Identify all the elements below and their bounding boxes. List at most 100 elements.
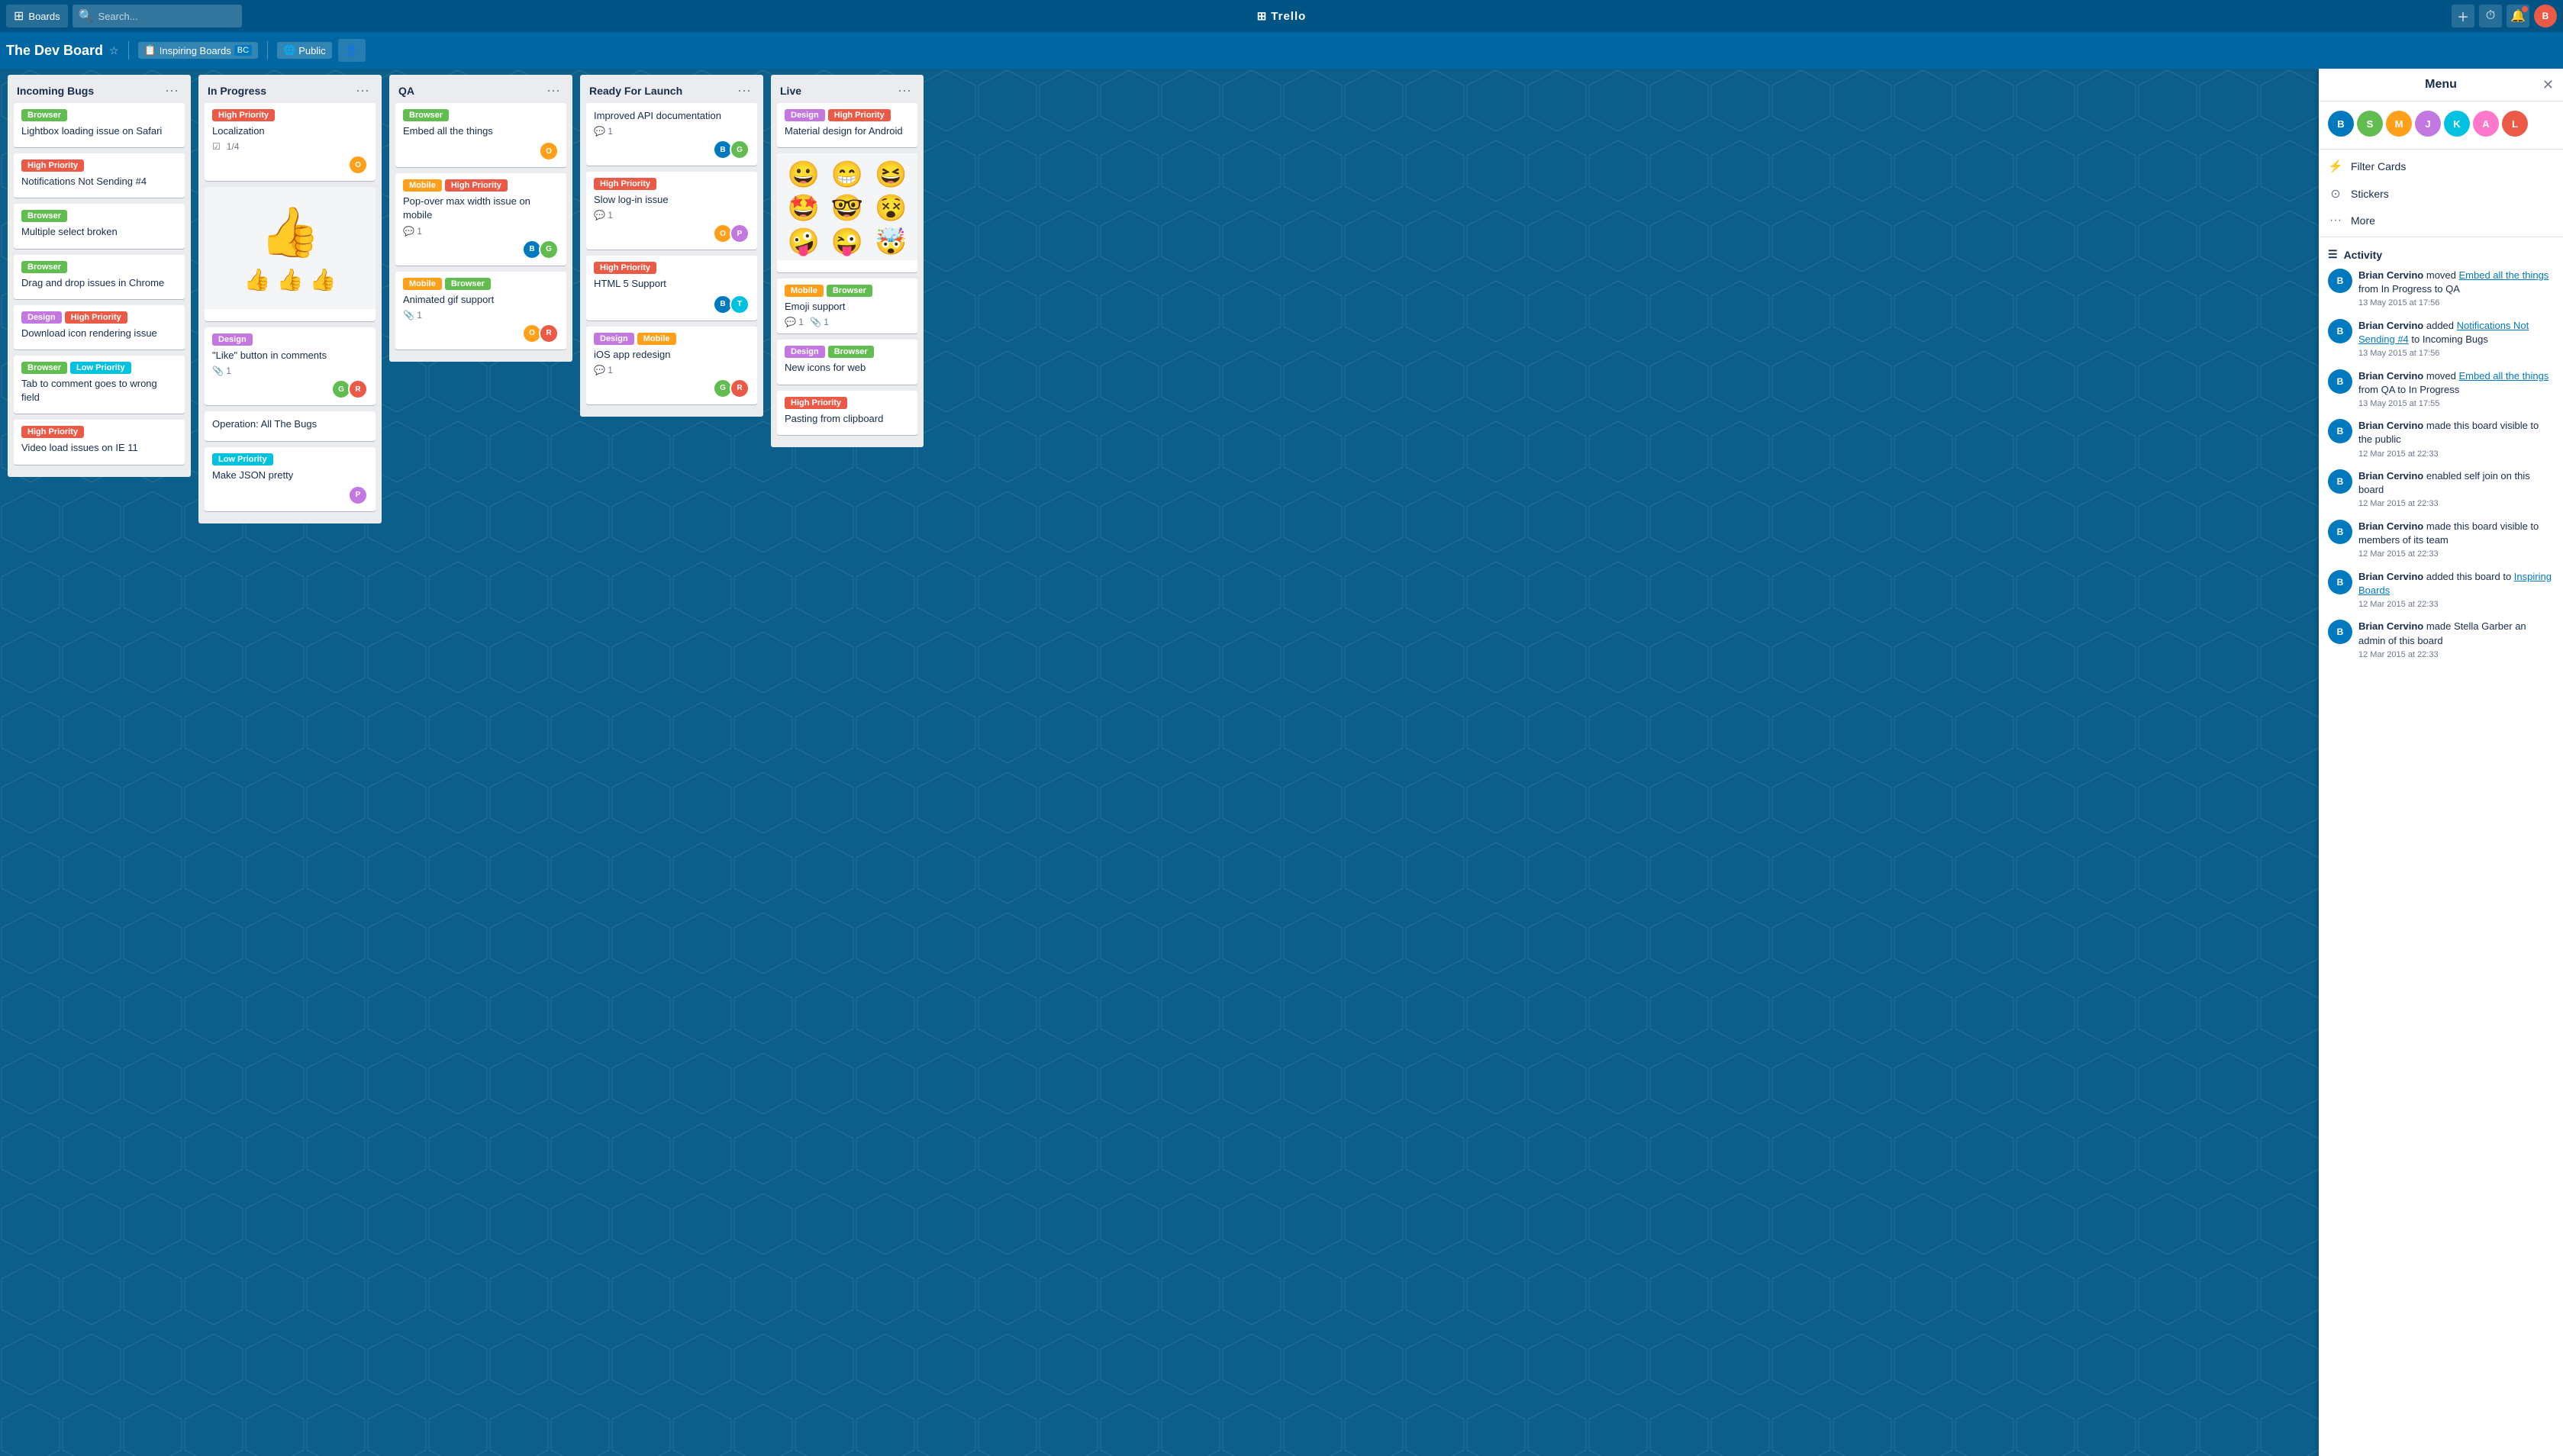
card-footer: O [403,141,559,161]
card[interactable]: 😀 😁 😆 🤩 🤓 😵 🤪 😜 🤯 [777,153,917,272]
activity-time: 13 May 2015 at 17:55 [2358,398,2554,410]
card-meta: 💬 1 [594,210,750,221]
card[interactable]: High PriorityHTML 5 Support BT [586,256,757,320]
star-icon[interactable]: ☆ [109,44,119,57]
card-label: High Priority [65,311,127,324]
info-button[interactable]: ⏱ [2479,5,2502,27]
card[interactable]: MobileBrowserAnimated gif support📎 1 OR [395,272,566,350]
list-menu-btn[interactable]: ··· [162,81,182,100]
card[interactable]: Low PriorityMake JSON pretty P [205,447,376,511]
card[interactable]: BrowserLow PriorityTab to comment goes t… [14,356,185,414]
visibility-tag[interactable]: 🌐 Public [277,42,332,59]
list-menu-btn[interactable]: ··· [543,81,563,100]
menu-member-avatar[interactable]: A [2473,111,2499,137]
card[interactable]: High PriorityLocalization ☑ 1/4 O [205,103,376,181]
card[interactable]: BrowserEmbed all the things O [395,103,566,167]
menu-member-avatar[interactable]: S [2357,111,2383,137]
board-header: The Dev Board ☆ 📋 Inspiring Boards BC 🌐 … [0,32,2563,69]
card-meta-item: 💬 1 [594,365,613,375]
list-header-incoming: Incoming Bugs ··· [8,75,191,103]
more-label: More [2351,214,2375,227]
more-action[interactable]: ··· More [2319,208,2563,234]
card-avatar: O [348,155,368,175]
card-avatars: GR [331,379,368,399]
card-label: High Priority [828,109,891,121]
trello-logo-icon: ⊞ [1257,9,1268,23]
card-labels: Design [212,333,368,346]
card-title: "Like" button in comments [212,349,368,362]
menu-member-avatar[interactable]: M [2386,111,2412,137]
card-labels: Low Priority [212,453,368,465]
activity-content: Brian Cervino moved Embed all the things… [2358,369,2554,411]
card-title: Operation: All The Bugs [212,417,368,431]
card-emoji-grid: 😀 😁 😆 🤩 🤓 😵 🤪 😜 🤯 [777,153,917,260]
card-labels: High Priority [21,426,177,438]
card-label: High Priority [594,262,656,274]
card-meta: 💬 1📎 1 [785,317,910,327]
card-avatar: R [730,378,750,398]
card-label: Design [785,346,825,358]
card-meta: 💬 1 [594,365,750,375]
card[interactable]: High PriorityPasting from clipboard [777,391,917,435]
menu-member-avatar[interactable]: B [2328,111,2354,137]
activity-avatar: B [2328,419,2352,443]
search-input[interactable] [98,11,236,22]
nav-center: ⊞ Trello [1257,9,1307,23]
menu-member-avatar[interactable]: L [2502,111,2528,137]
card-meta-item: 📎 1 [212,366,231,376]
card-label: Design [21,311,62,324]
card[interactable]: BrowserDrag and drop issues in Chrome [14,255,185,299]
activity-time: 13 May 2015 at 17:56 [2358,298,2554,309]
stickers-action[interactable]: ⊙ Stickers [2319,180,2563,208]
list-menu-btn[interactable]: ··· [895,81,914,100]
share-button[interactable]: 👤 [338,39,366,62]
user-avatar[interactable]: B [2534,5,2557,27]
filter-cards-action[interactable]: ⚡ Filter Cards [2319,153,2563,180]
add-button[interactable]: ＋ [2452,5,2474,27]
list-menu-btn[interactable]: ··· [734,81,754,100]
card[interactable]: High Priority Video load issues on IE 11 [14,420,185,464]
card[interactable]: High PrioritySlow log-in issue💬 1 OP [586,172,757,250]
card-avatars: OP [713,224,750,243]
list-title: Incoming Bugs [17,85,94,97]
card-footer: OP [594,224,750,243]
notification-button[interactable]: 🔔 [2507,5,2529,27]
card-title: Pop-over max width issue on mobile [403,195,559,222]
card[interactable]: BrowserLightbox loading issue on Safari [14,103,185,147]
menu-member-avatar[interactable]: K [2444,111,2470,137]
card-meta: 💬 1 [594,126,750,137]
card[interactable]: DesignHigh PriorityMaterial design for A… [777,103,917,147]
workspace-tag[interactable]: 📋 Inspiring Boards BC [138,42,258,59]
card-avatar: R [348,379,368,399]
activity-person: Brian Cervino [2358,620,2423,632]
activity-link[interactable]: Embed all the things [2459,269,2549,281]
card-label: Browser [827,285,872,297]
menu-close-button[interactable]: ✕ [2542,77,2554,93]
card[interactable]: MobileHigh PriorityPop-over max width is… [395,173,566,265]
workspace-code: BC [234,45,252,56]
list-header-live: Live ··· [771,75,924,103]
menu-member-avatar[interactable]: J [2415,111,2441,137]
boards-button[interactable]: ⊞ Boards [6,5,68,27]
activity-content: Brian Cervino made this board visible to… [2358,520,2554,561]
card-avatar: P [730,224,750,243]
card-title: Tab to comment goes to wrong field [21,377,177,404]
card-avatar: O [539,141,559,161]
card[interactable]: 👍 👍 👍 👍 [205,187,376,321]
card[interactable]: BrowserMultiple select broken [14,204,185,248]
card[interactable]: Design "Like" button in comments 📎 1 GR [205,327,376,405]
card[interactable]: Operation: All The Bugs [205,411,376,440]
activity-person: Brian Cervino [2358,470,2423,482]
card[interactable]: DesignHigh PriorityDownload icon renderi… [14,305,185,350]
card[interactable]: Improved API documentation💬 1 BG [586,103,757,166]
card[interactable]: MobileBrowserEmoji support💬 1📎 1 [777,279,917,333]
list-title: In Progress [208,85,266,97]
card[interactable]: DesignMobileiOS app redesign💬 1 GR [586,327,757,404]
card[interactable]: DesignBrowserNew icons for web [777,340,917,384]
card-title: Video load issues on IE 11 [21,441,177,455]
list-menu-btn[interactable]: ··· [353,81,372,100]
card-avatars: BG [713,140,750,159]
activity-content: Brian Cervino made Stella Garber an admi… [2358,620,2554,661]
card[interactable]: High PriorityNotifications Not Sending #… [14,153,185,198]
activity-link[interactable]: Embed all the things [2459,370,2549,382]
